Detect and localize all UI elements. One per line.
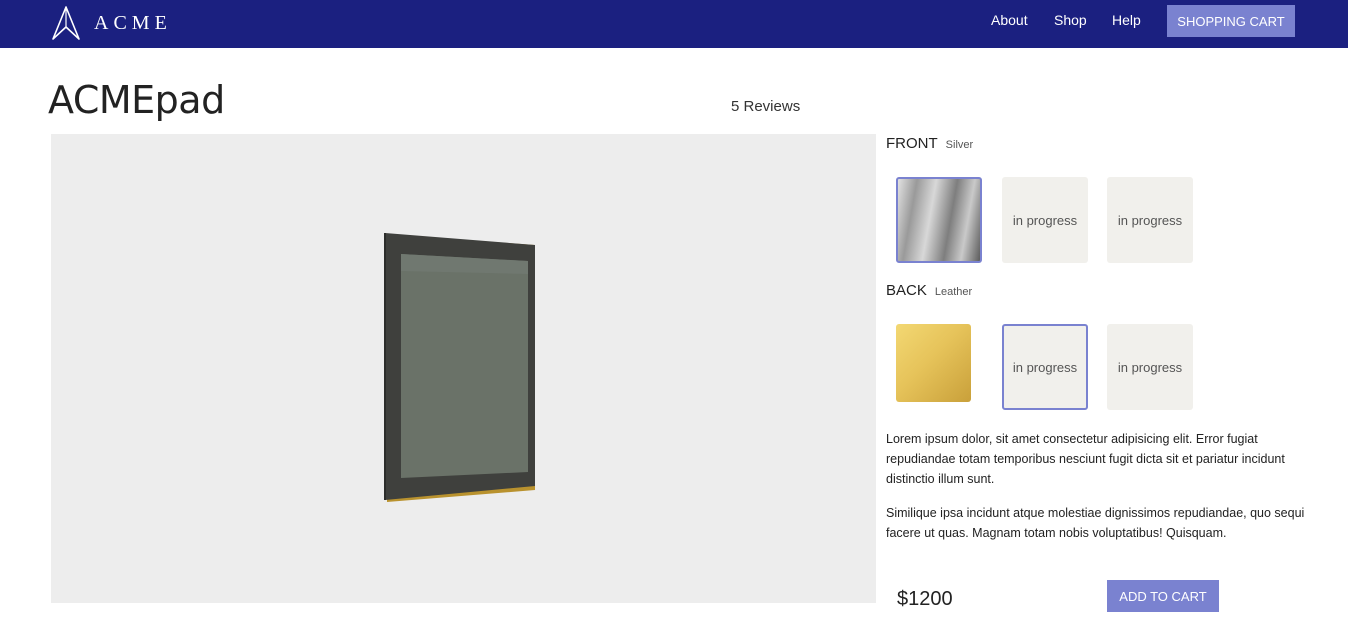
product-3d-viewer[interactable] xyxy=(51,134,876,603)
back-label: BACK xyxy=(886,282,927,299)
brand-logo[interactable]: ACME xyxy=(50,4,172,42)
front-swatch-silver[interactable] xyxy=(896,177,982,263)
tablet-model-render xyxy=(384,233,535,502)
nav-link-shop[interactable]: Shop xyxy=(1054,12,1087,28)
back-swatch-placeholder[interactable]: in progress xyxy=(1107,324,1193,410)
front-swatch-placeholder[interactable]: in progress xyxy=(1002,177,1088,263)
front-selected-name: Silver xyxy=(945,139,974,151)
nav-link-about[interactable]: About xyxy=(991,12,1028,28)
product-title: ACMEpad xyxy=(48,78,225,122)
back-swatch-leather[interactable] xyxy=(896,324,971,402)
top-navbar: ACME About Shop Help SHOPPING CART xyxy=(0,0,1348,48)
shopping-cart-button[interactable]: SHOPPING CART xyxy=(1167,5,1295,37)
back-swatch-placeholder[interactable]: in progress xyxy=(1002,324,1088,410)
front-option-label: FRONT Silver xyxy=(886,135,973,152)
back-option-label: BACK Leather xyxy=(886,282,972,299)
product-price: $1200 xyxy=(897,588,953,610)
front-swatch-placeholder[interactable]: in progress xyxy=(1107,177,1193,263)
reviews-link[interactable]: 5 Reviews xyxy=(731,98,800,115)
acme-logo-icon xyxy=(52,6,80,40)
back-selected-name: Leather xyxy=(934,286,973,298)
front-label: FRONT xyxy=(886,135,938,152)
brand-name: ACME xyxy=(94,11,172,34)
product-description-1: Lorem ipsum dolor, sit amet consectetur … xyxy=(886,432,1285,486)
nav-link-help[interactable]: Help xyxy=(1112,12,1141,28)
add-to-cart-button[interactable]: ADD TO CART xyxy=(1107,580,1219,612)
product-description-2: Similique ipsa incidunt atque molestiae … xyxy=(886,506,1305,540)
